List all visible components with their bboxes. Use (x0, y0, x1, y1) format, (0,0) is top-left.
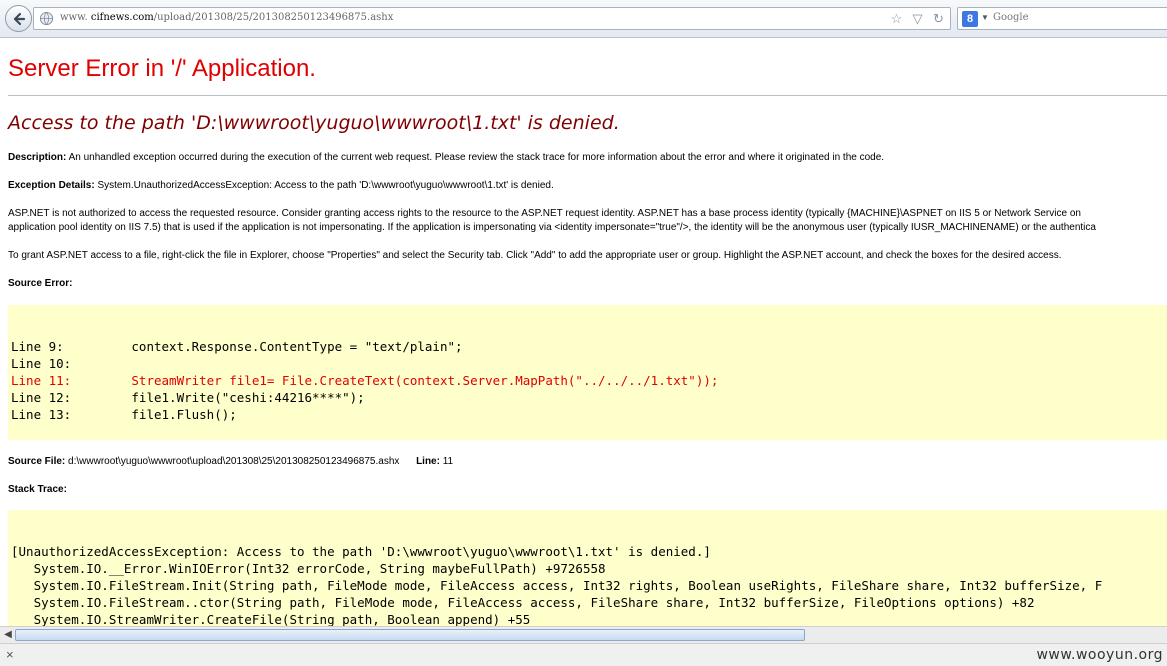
source-line: Line 12: file1.Write("ceshi:44216****"); (11, 390, 365, 405)
stack-line: System.IO.__Error.WinIOError(Int32 error… (11, 561, 606, 576)
aspnet-paragraph-line-2: application pool identity on IIS 7.5) th… (8, 222, 1096, 233)
source-line: Line 13: file1.Flush(); (11, 407, 237, 422)
back-button[interactable] (5, 5, 32, 32)
source-file-path: d:\wwwroot\yuguo\wwwroot\upload\201308\2… (68, 456, 400, 467)
aspnet-paragraph-line-1: ASP.NET is not authorized to access the … (8, 208, 1081, 219)
url-host: cifnews.com (90, 12, 154, 23)
page-content: Server Error in '/' Application. Access … (0, 39, 1167, 626)
description-text: An unhandled exception occurred during t… (68, 152, 885, 163)
page-title: Server Error in '/' Application. (8, 55, 316, 82)
scroll-left-icon[interactable]: ◀ (2, 629, 14, 641)
horizontal-scrollbar[interactable]: ◀ (0, 626, 1167, 643)
source-line: Line 9: context.Response.ContentType = "… (11, 339, 463, 354)
star-icon[interactable]: ☆ (889, 11, 904, 26)
description-label: Description: (8, 152, 67, 163)
exception-text: System.UnauthorizedAccessException: Acce… (97, 180, 554, 191)
url-text: www. cifnews.com/upload/201308/25/201308… (60, 12, 393, 23)
stack-trace-label: Stack Trace: (8, 484, 67, 495)
source-error-code-box: Line 9: context.Response.ContentType = "… (8, 305, 1167, 440)
line-label: Line: (416, 456, 440, 467)
arrow-left-icon (13, 12, 25, 25)
search-input[interactable]: Google (993, 12, 1029, 23)
stack-line: System.IO.StreamWriter.CreateFile(String… (11, 612, 531, 626)
title-divider (8, 95, 1167, 96)
grant-access-paragraph: To grant ASP.NET access to a file, right… (8, 250, 1062, 261)
stack-line: System.IO.FileStream.Init(String path, F… (11, 578, 1103, 593)
watermark: www.wooyun.org (1036, 647, 1163, 663)
search-bar[interactable]: 8 ▼ Google (957, 7, 1167, 30)
error-message: Access to the path 'D:\wwwroot\yuguo\www… (8, 112, 620, 134)
stack-line: System.IO.FileStream..ctor(String path, … (11, 595, 1035, 610)
stack-trace-code-box: [UnauthorizedAccessException: Access to … (8, 510, 1167, 626)
address-bar[interactable]: www. cifnews.com/upload/201308/25/201308… (33, 7, 951, 30)
close-icon[interactable]: × (6, 647, 14, 662)
stack-line: [UnauthorizedAccessException: Access to … (11, 544, 711, 559)
status-bar: × www.wooyun.org (0, 643, 1167, 666)
search-engine-dropdown-icon[interactable]: ▼ (981, 13, 989, 22)
source-line: Line 10: (11, 356, 72, 371)
url-path: /upload/201308/25/201308250123496875.ash… (153, 12, 394, 23)
dropdown-arrow-icon[interactable]: ▽ (910, 11, 925, 26)
line-number: 11 (442, 456, 454, 467)
source-line-highlighted: Line 11: StreamWriter file1= File.Create… (11, 373, 719, 388)
exception-paragraph: Exception Details: System.UnauthorizedAc… (8, 180, 554, 191)
source-error-heading: Source Error: (8, 278, 72, 289)
google-icon[interactable]: 8 (962, 11, 978, 27)
reload-icon[interactable]: ↻ (931, 11, 946, 26)
stack-trace-heading: Stack Trace: (8, 484, 67, 495)
source-error-label: Source Error: (8, 278, 73, 289)
scrollbar-thumb[interactable] (15, 629, 805, 641)
description-paragraph: Description: An unhandled exception occu… (8, 152, 884, 163)
browser-toolbar: www. cifnews.com/upload/201308/25/201308… (0, 0, 1167, 38)
url-prefix: www. (60, 12, 88, 23)
url-icons: ☆ ▽ ↻ (889, 11, 946, 26)
source-file-paragraph: Source File: d:\wwwroot\yuguo\wwwroot\up… (8, 456, 453, 467)
exception-label: Exception Details: (8, 180, 95, 191)
globe-icon (39, 11, 54, 26)
source-file-label: Source File: (8, 456, 66, 467)
